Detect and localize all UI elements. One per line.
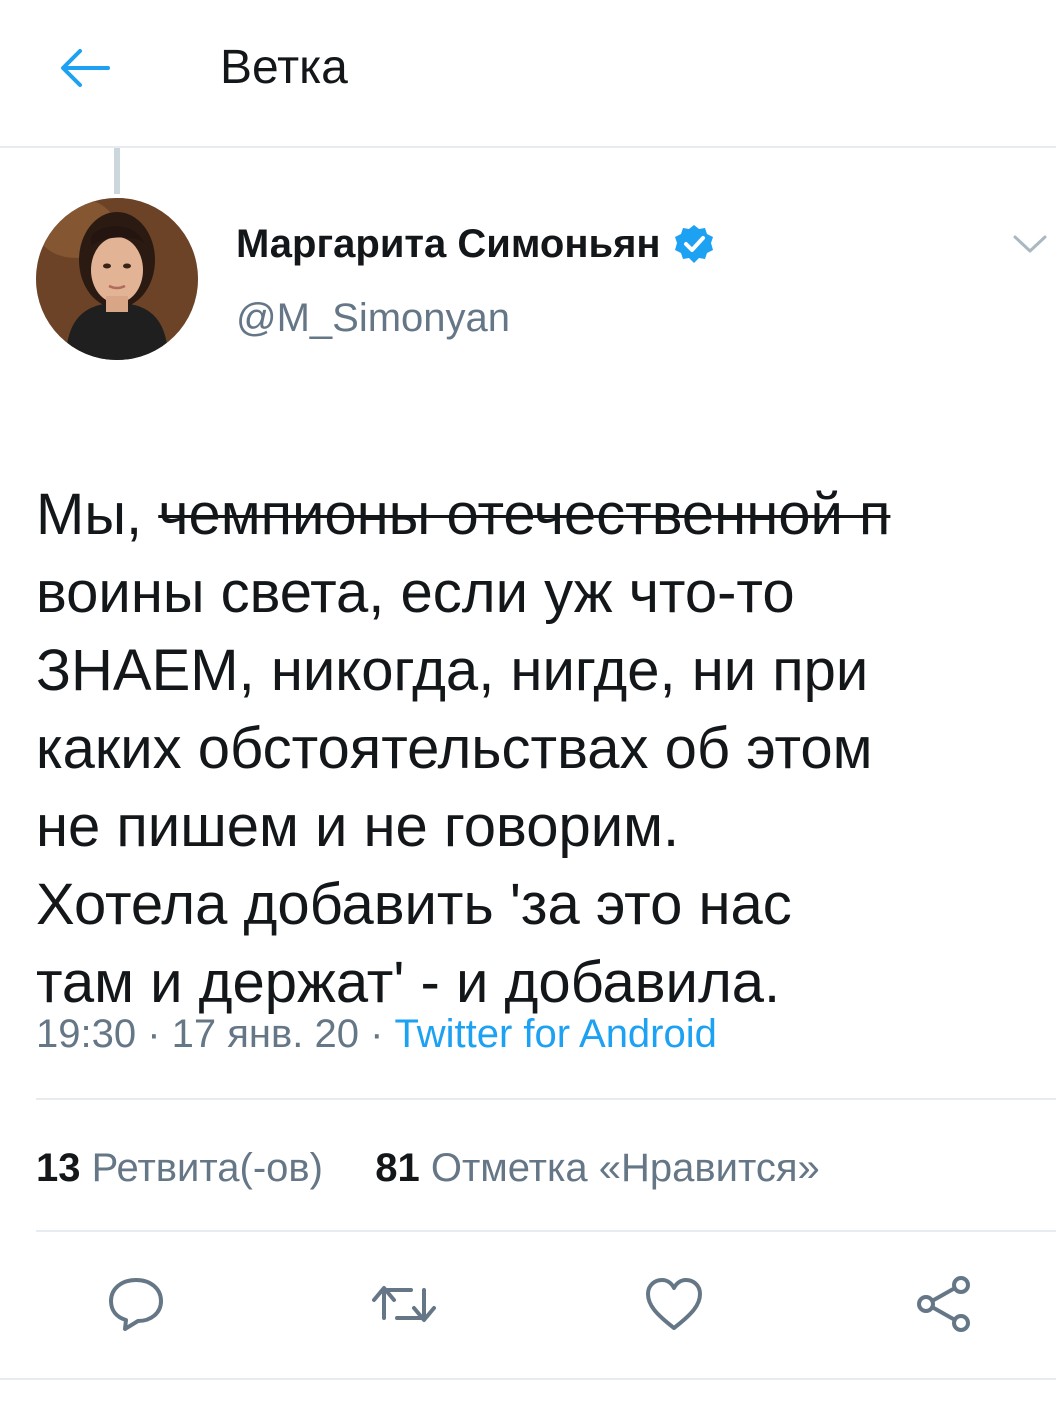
verified-badge-icon (674, 225, 713, 263)
tweet-menu-button[interactable] (1008, 226, 1052, 262)
avatar-image (36, 198, 198, 360)
arrow-left-icon (61, 49, 110, 87)
heart-icon (646, 1278, 702, 1330)
chevron-down-icon (1013, 235, 1047, 253)
tweet-timestamp: 19:30 · 17 янв. 20 · (36, 1012, 395, 1056)
author-name-row[interactable]: Маргарита Симоньян (236, 220, 715, 268)
tweet-stats: 13 Ретвита(-ов) 81 Отметка «Нравится» (36, 1142, 820, 1194)
author-name: Маргарита Симоньян (236, 222, 661, 266)
share-button[interactable] (908, 1268, 980, 1340)
tweet-meta: 19:30 · 17 янв. 20 · Twitter for Android (36, 1006, 717, 1062)
thread-connector-line (114, 148, 120, 194)
bottom-divider (0, 1378, 1056, 1380)
divider (36, 1098, 1056, 1100)
likes-label: Отметка «Нравится» (430, 1146, 820, 1190)
tweet-text: Мы, чемпионы отечественной п воины света,… (36, 398, 1056, 1022)
like-button[interactable] (638, 1268, 710, 1340)
avatar[interactable] (36, 198, 198, 360)
reply-icon (109, 1278, 163, 1331)
retweet-icon (372, 1286, 436, 1322)
divider (36, 1230, 1056, 1232)
likes-stat[interactable]: 81 Отметка «Нравится» (375, 1142, 820, 1194)
reply-button[interactable] (100, 1268, 172, 1340)
page-title: Ветка (220, 41, 348, 94)
tweet-actions (0, 1268, 1056, 1340)
share-icon (917, 1276, 970, 1332)
tweet-source-link[interactable]: Twitter for Android (395, 1012, 717, 1056)
top-app-bar: Ветка (0, 0, 1056, 148)
retweets-count: 13 (36, 1146, 81, 1190)
tweet-text-body: воины света, если уж что-то ЗНАЕМ, никог… (36, 560, 873, 1015)
back-button[interactable] (48, 36, 120, 100)
retweet-button[interactable] (368, 1268, 440, 1340)
tweet-text-strikethrough: чемпионы отечественной п (158, 482, 891, 547)
author-handle[interactable]: @M_Simonyan (236, 294, 510, 342)
likes-count: 81 (375, 1146, 420, 1190)
tweet-first-line: Мы, чемпионы отечественной п (36, 476, 1056, 554)
retweets-stat[interactable]: 13 Ретвита(-ов) (36, 1142, 323, 1194)
tweet-text-lead: Мы, (36, 482, 159, 547)
retweets-label: Ретвита(-ов) (91, 1146, 323, 1190)
